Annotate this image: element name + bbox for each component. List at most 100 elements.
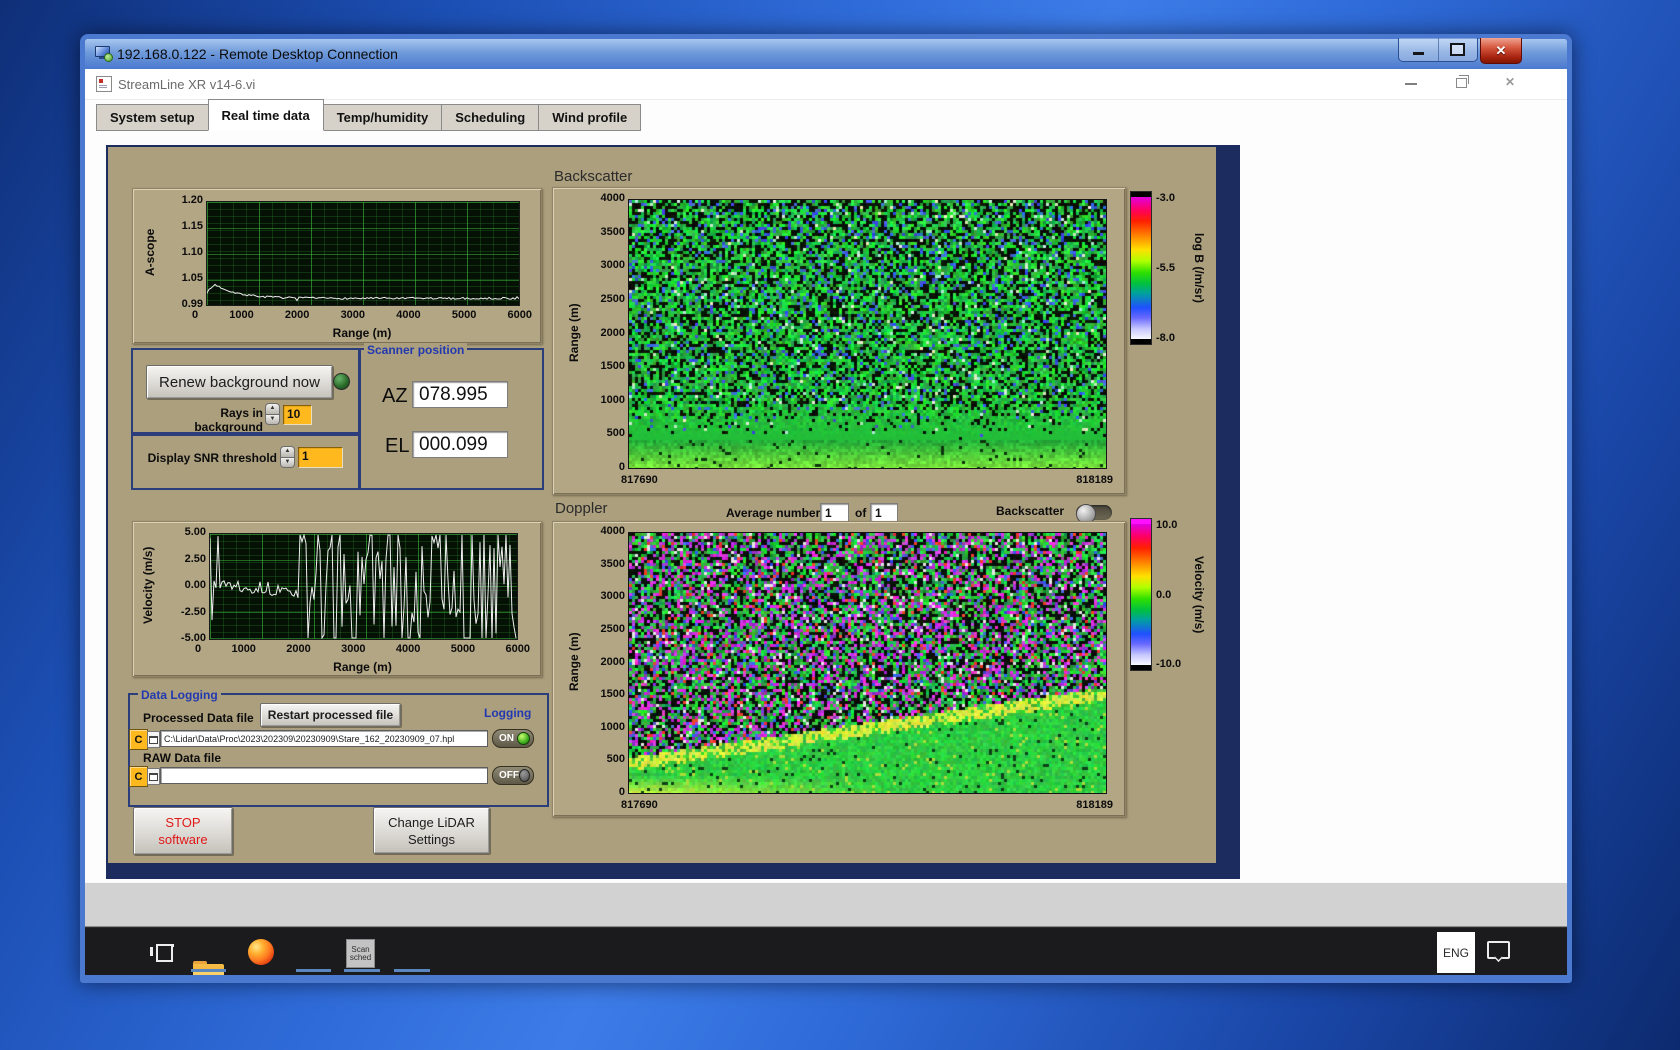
tick-label: 6000 — [506, 643, 530, 657]
tick-label: 0.0 — [1156, 589, 1194, 601]
close-button[interactable]: ✕ — [1480, 38, 1522, 64]
tick-label: -8.0 — [1156, 332, 1190, 344]
tick-label: 3000 — [341, 309, 365, 323]
spinner-down-icon[interactable]: ▼ — [265, 415, 280, 426]
tick-label: 2500 — [601, 623, 625, 636]
tick-label: 0 — [192, 309, 198, 323]
az-value-field[interactable]: 078.995 — [412, 381, 508, 408]
renew-background-button[interactable]: Renew background now — [146, 365, 333, 399]
stop-software-button[interactable]: STOP software — [133, 807, 233, 855]
rays-spinner[interactable]: ▲▼ — [265, 403, 280, 425]
doppler-graph: Range (m) 400035003000250020001500100050… — [552, 521, 1126, 817]
minimize-icon — [1413, 52, 1424, 55]
tick-label: 1500 — [601, 688, 625, 701]
tab-system-setup[interactable]: System setup — [96, 104, 209, 131]
tab-scheduling[interactable]: Scheduling — [442, 104, 539, 131]
tick-label: 4000 — [601, 525, 625, 538]
el-label: EL — [385, 435, 409, 458]
doppler-colorbar-ticks: 10.00.0-10.0 — [1156, 519, 1194, 670]
open-app-indicator — [191, 969, 226, 972]
processed-logging-toggle[interactable]: ON — [492, 729, 534, 748]
backscatter-title: Backscatter — [554, 168, 632, 185]
tick-label: 1000 — [601, 721, 625, 734]
average-total-field[interactable]: 1 — [870, 503, 898, 522]
snr-spinner[interactable]: ▲▼ — [280, 446, 295, 468]
change-lidar-settings-button[interactable]: Change LiDAR Settings — [373, 807, 490, 854]
processed-browse-button[interactable] — [147, 731, 160, 748]
snr-value-field[interactable]: 1 — [298, 447, 342, 467]
processed-drive-selector[interactable]: C — [129, 729, 148, 750]
average-number-label: Average number — [726, 506, 820, 520]
tick-label: 2000 — [601, 656, 625, 669]
backscatter-colorbar — [1130, 191, 1152, 345]
tick-label: 0 — [619, 461, 625, 474]
spinner-up-icon[interactable]: ▲ — [280, 446, 295, 458]
backscatter-plot-area — [628, 199, 1107, 469]
tick-label: 0 — [619, 786, 625, 799]
backscatter-y-ticks: 40003500300025002000150010005000 — [583, 192, 625, 474]
ascope-graph: A-scope 1.201.151.101.050.99 01000200030… — [132, 188, 542, 344]
rdp-titlebar[interactable]: 192.168.0.122 - Remote Desktop Connectio… — [85, 39, 1567, 69]
taskbar: Scan sched WEEK ENG — [85, 927, 1567, 975]
tick-label: -2.50 — [181, 606, 206, 619]
open-app-indicator — [394, 969, 430, 972]
doppler-x-end: 818189 — [1076, 799, 1113, 813]
raw-browse-button[interactable] — [147, 768, 160, 785]
backscatter-colorbar-label: log B (/m/sr) — [1192, 191, 1206, 345]
tab-real-time-data[interactable]: Real time data — [208, 99, 324, 131]
language-indicator[interactable]: ENG — [1437, 932, 1475, 973]
raw-path-field[interactable] — [160, 767, 488, 784]
rdp-window-title: 192.168.0.122 - Remote Desktop Connectio… — [117, 46, 398, 62]
maximize-icon — [1450, 43, 1465, 56]
tick-label: 3000 — [601, 259, 625, 272]
vi-minimize-icon[interactable] — [1405, 83, 1417, 85]
processed-path-field[interactable]: C:\Lidar\Data\Proc\2023\202309\20230909\… — [160, 730, 488, 747]
az-label: AZ — [382, 385, 408, 408]
raw-logging-toggle[interactable]: OFF — [492, 766, 534, 785]
vi-close-icon[interactable]: ✕ — [1505, 75, 1515, 89]
vi-restore-icon[interactable] — [1456, 78, 1467, 88]
average-number-field[interactable]: 1 — [820, 503, 849, 522]
backscatter-toggle-switch[interactable] — [1076, 505, 1112, 520]
tick-label: 1000 — [229, 309, 253, 323]
open-app-indicator — [344, 969, 380, 972]
firefox-icon[interactable] — [248, 939, 274, 965]
ascope-y-axis-label: A-scope — [143, 201, 157, 304]
el-value-field[interactable]: 000.099 — [412, 431, 508, 458]
tick-label: 1.05 — [182, 272, 203, 285]
file-explorer-icon[interactable] — [193, 961, 224, 975]
velocity-graph: Velocity (m/s) 5.002.500.00-2.50-5.00 01… — [132, 521, 542, 677]
vi-window-title: StreamLine XR v14-6.vi — [118, 77, 255, 92]
maximize-button[interactable] — [1439, 38, 1478, 61]
doppler-colorbar — [1130, 518, 1152, 671]
tick-label: 1000 — [601, 394, 625, 407]
scan-scheduler-icon[interactable]: Scan sched — [346, 939, 375, 968]
logging-label: Logging — [484, 706, 531, 720]
tick-label: -5.5 — [1156, 262, 1190, 274]
tick-label: 3500 — [601, 226, 625, 239]
tab-wind-profile[interactable]: Wind profile — [539, 104, 641, 131]
tick-label: 2500 — [601, 293, 625, 306]
tick-label: 0 — [195, 643, 201, 657]
restart-processed-file-button[interactable]: Restart processed file — [260, 703, 401, 727]
rays-value-field[interactable]: 10 — [283, 405, 311, 424]
tab-temp-humidity[interactable]: Temp/humidity — [324, 104, 442, 131]
backscatter-toggle-label: Backscatter — [996, 504, 1064, 518]
tick-label: 3000 — [601, 590, 625, 603]
minimize-button[interactable] — [1399, 38, 1439, 61]
spinner-up-icon[interactable]: ▲ — [265, 403, 280, 415]
velocity-x-axis-label: Range (m) — [209, 660, 516, 674]
notification-center-icon[interactable] — [1487, 941, 1510, 959]
doppler-colorbar-label: Velocity (m/s) — [1192, 518, 1206, 671]
backscatter-y-axis-label: Range (m) — [567, 199, 581, 467]
tick-label: -10.0 — [1156, 658, 1194, 670]
spinner-down-icon[interactable]: ▼ — [280, 458, 295, 469]
task-view-icon[interactable] — [150, 941, 174, 963]
off-led-icon — [519, 769, 530, 782]
ascope-trace — [207, 202, 519, 305]
vi-app-icon — [96, 76, 112, 92]
tick-label: 4000 — [396, 643, 420, 657]
vi-titlebar[interactable]: StreamLine XR v14-6.vi ✕ — [85, 69, 1567, 100]
raw-drive-selector[interactable]: C — [129, 766, 148, 787]
tick-label: 3000 — [341, 643, 365, 657]
